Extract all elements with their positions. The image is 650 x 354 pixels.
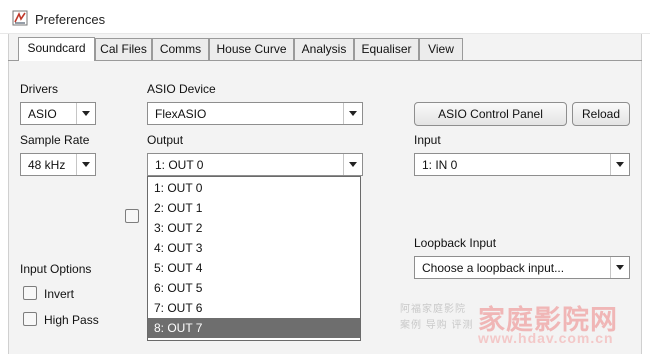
input-select[interactable]: 1: IN 0 — [414, 153, 630, 176]
invert-checkbox[interactable] — [23, 286, 37, 300]
high-pass-label: High Pass — [44, 313, 99, 327]
window-title: Preferences — [35, 12, 106, 27]
dropdown-option[interactable]: 4: OUT 3 — [148, 238, 360, 258]
tab-view[interactable]: View — [419, 38, 463, 60]
sample-rate-select[interactable]: 48 kHz — [20, 153, 96, 176]
sample-rate-label: Sample Rate — [20, 133, 90, 147]
tab-soundcard[interactable]: Soundcard — [18, 37, 95, 61]
asio-device-label: ASIO Device — [147, 82, 216, 96]
dropdown-option[interactable]: 7: OUT 6 — [148, 298, 360, 318]
drivers-label: Drivers — [20, 82, 58, 96]
output-select[interactable]: 1: OUT 0 — [147, 153, 363, 176]
sample-rate-value: 48 kHz — [28, 158, 66, 172]
loopback-input-value: Choose a loopback input... — [422, 261, 565, 275]
title-bar: Preferences — [0, 0, 650, 34]
output-value: 1: OUT 0 — [155, 158, 204, 172]
chevron-down-icon[interactable] — [343, 154, 362, 175]
input-options-label: Input Options — [20, 262, 92, 276]
app-icon — [12, 10, 28, 26]
output-dropdown-list: 1: OUT 0 2: OUT 1 3: OUT 2 4: OUT 3 5: O… — [147, 176, 361, 341]
dropdown-option[interactable]: 3: OUT 2 — [148, 218, 360, 238]
watermark-url: www.hdav.com.cn — [478, 330, 614, 346]
output-label: Output — [147, 133, 184, 147]
watermark-small-line1: 阿福家庭影院 — [400, 304, 466, 315]
invert-label: Invert — [44, 287, 75, 301]
chevron-down-icon[interactable] — [610, 154, 629, 175]
tab-strip-divider — [8, 60, 642, 61]
dropdown-option[interactable]: 6: OUT 5 — [148, 278, 360, 298]
tab-analysis[interactable]: Analysis — [294, 38, 354, 60]
chevron-down-icon[interactable] — [343, 103, 362, 124]
tab-house-curve[interactable]: House Curve — [209, 38, 294, 60]
chevron-down-icon[interactable] — [76, 154, 95, 175]
high-pass-checkbox[interactable] — [23, 312, 37, 326]
watermark-small-line2: 案例 导购 评测 — [400, 320, 474, 331]
tab-equaliser[interactable]: Equaliser — [354, 38, 419, 60]
loopback-input-label: Loopback Input — [414, 236, 497, 250]
dropdown-option[interactable]: 2: OUT 1 — [148, 198, 360, 218]
input-value: 1: IN 0 — [422, 158, 458, 172]
input-label: Input — [414, 133, 441, 147]
asio-device-select[interactable]: FlexASIO — [147, 102, 363, 125]
hidden-option-checkbox[interactable] — [125, 209, 139, 223]
chevron-down-icon[interactable] — [610, 257, 629, 278]
dropdown-option[interactable]: 5: OUT 4 — [148, 258, 360, 278]
drivers-select[interactable]: ASIO — [20, 102, 96, 125]
asio-device-value: FlexASIO — [155, 107, 207, 121]
chevron-down-icon[interactable] — [76, 103, 95, 124]
asio-control-panel-button[interactable]: ASIO Control Panel — [414, 102, 567, 126]
reload-button[interactable]: Reload — [572, 102, 630, 126]
dropdown-option-highlighted[interactable]: 8: OUT 7 — [148, 318, 360, 338]
dropdown-option[interactable]: 1: OUT 0 — [148, 178, 360, 198]
tab-cal-files[interactable]: Cal Files — [95, 38, 152, 60]
drivers-value: ASIO — [28, 107, 57, 121]
tab-comms[interactable]: Comms — [152, 38, 209, 60]
loopback-input-select[interactable]: Choose a loopback input... — [414, 256, 630, 279]
